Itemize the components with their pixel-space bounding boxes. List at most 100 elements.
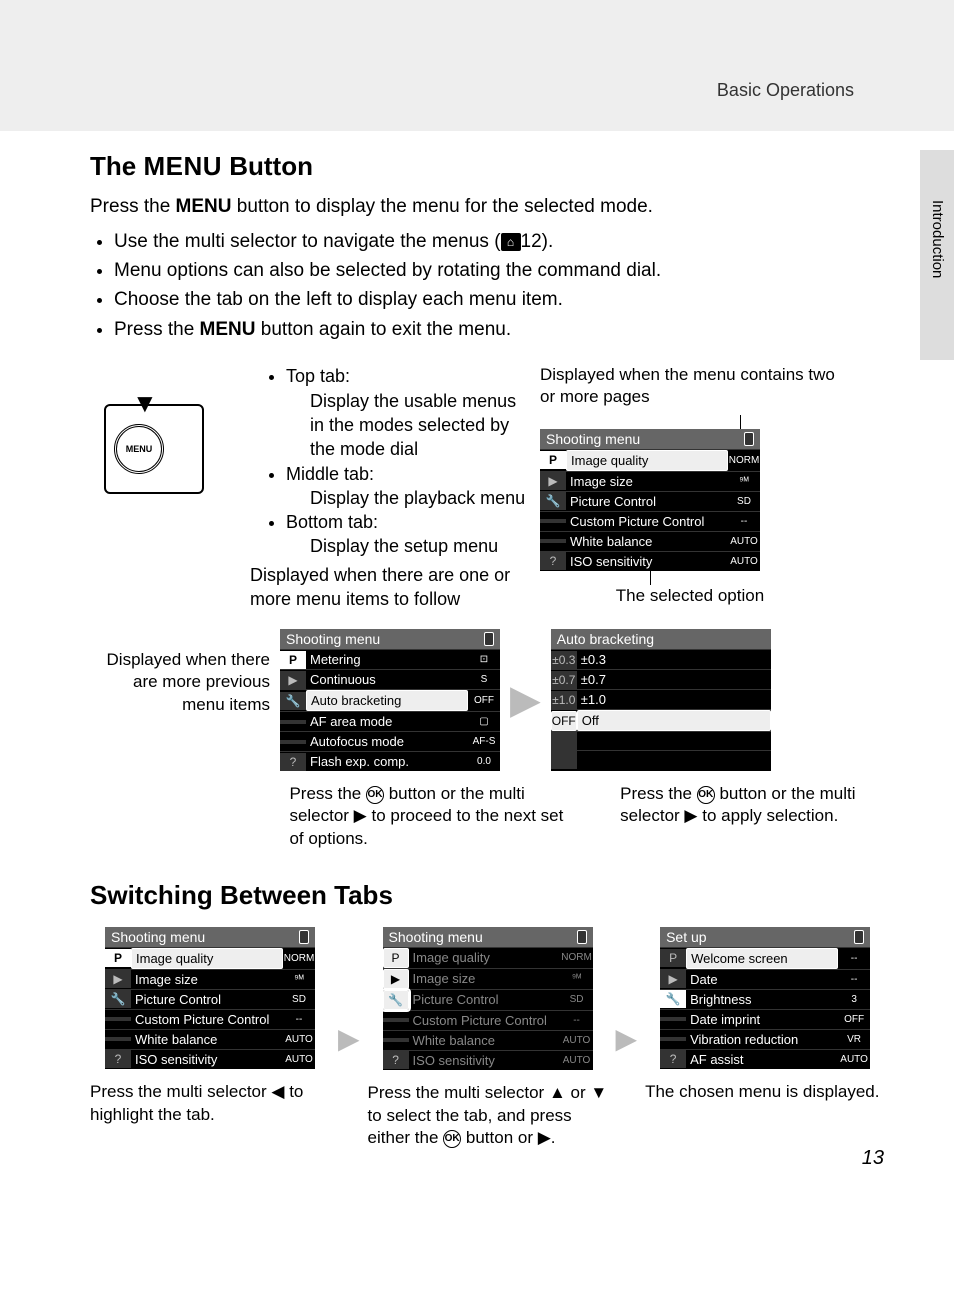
lcd1-r1: Image quality <box>566 450 728 471</box>
lcd3-blank1 <box>551 732 577 750</box>
b4-menu-word: MENU <box>200 319 256 340</box>
sw3-help: ? <box>660 1050 686 1068</box>
lcd-switch-1: Shooting menu PImage qualityNORM ▶Image … <box>105 927 315 1069</box>
sw1-title: Shooting menu <box>111 929 205 945</box>
sw1-r3: Picture Control <box>131 990 283 1009</box>
chapter-side-label: Introduction <box>929 200 946 278</box>
lcd3-s2: ±0.7 <box>551 671 577 689</box>
lcd2-v6: 0.0 <box>468 754 500 769</box>
cap3a: Press the <box>620 784 697 803</box>
lcd2-v2: S <box>468 672 500 687</box>
bullet-4: Press the MENU button again to exit the … <box>114 315 864 344</box>
lcd1-v3: SD <box>728 494 760 509</box>
sw1-b1 <box>105 1017 131 1021</box>
ok-icon: OK <box>366 786 384 804</box>
sw3-v6: AUTO <box>838 1052 870 1067</box>
sw3-v3: 3 <box>838 992 870 1007</box>
tab-blank2 <box>540 539 566 543</box>
lcd2-v1: ⊡ <box>468 652 500 667</box>
intro-menu-word: MENU <box>176 196 232 217</box>
caption-apply: Press the OK button or the multi selecto… <box>620 783 864 849</box>
cap2a: Press the <box>289 784 366 803</box>
sw3-v2: -- <box>838 972 870 987</box>
sw3-r6: AF assist <box>686 1050 838 1069</box>
sw2-b1 <box>383 1018 409 1022</box>
sw2-help: ? <box>383 1051 409 1069</box>
sw2-r2: Image size <box>409 969 561 988</box>
lcd2-v3: OFF <box>468 693 500 708</box>
lcd1-v6: AUTO <box>728 554 760 569</box>
bullet-2: Menu options can also be selected by rot… <box>114 256 864 285</box>
tab-setup-icon: 🔧 <box>540 492 566 510</box>
title-text-a: The <box>90 151 143 181</box>
sw2-v1: NORM <box>561 950 593 965</box>
ref-icon: ⌂ <box>501 233 521 251</box>
sw1-v2: ⁹ᴹ <box>283 972 315 987</box>
sw1-r2: Image size <box>131 970 283 989</box>
sw2-r1: Image quality <box>409 948 561 967</box>
sw1-v5: AUTO <box>283 1032 315 1047</box>
intro-b: button to display the menu for the selec… <box>232 196 653 217</box>
sw2-v4: -- <box>561 1013 593 1028</box>
ok-icon-3: OK <box>443 1130 461 1148</box>
lcd2-r6: Flash exp. comp. <box>306 752 468 771</box>
heading-switching-tabs: Switching Between Tabs <box>90 880 864 911</box>
sw3-b2 <box>660 1037 686 1041</box>
lcd2-v5: AF-S <box>468 734 500 749</box>
lcd1-v2: ⁹ᴹ <box>728 474 760 489</box>
callout-prev: Displayed when there are more previous m… <box>90 649 270 715</box>
sw1-play: ▶ <box>105 970 131 988</box>
lcd2-r3: Auto bracketing <box>306 690 468 711</box>
sw2-r5: White balance <box>409 1031 561 1050</box>
sw3-b1 <box>660 1017 686 1021</box>
lcd1-r4: Custom Picture Control <box>566 512 728 531</box>
lcd-switch-2: Shooting menu PImage qualityNORM ▶Image … <box>383 927 593 1070</box>
lcd3-r4: Off <box>577 710 771 731</box>
camera-menu-illustration: ▼ MENU <box>104 404 204 494</box>
b1b: 12). <box>521 231 554 252</box>
sw2-v6: AUTO <box>561 1053 593 1068</box>
sw3-setup: 🔧 <box>660 990 686 1008</box>
down-arrow-icon: ▼ <box>132 388 158 419</box>
sw1-setup: 🔧 <box>105 990 131 1008</box>
tab-play-icon: ▶ <box>540 472 566 490</box>
sw2-title: Shooting menu <box>389 929 483 945</box>
lcd2-r4: AF area mode <box>306 712 468 731</box>
bullet-1: Use the multi selector to navigate the m… <box>114 227 864 256</box>
lcd2-r2: Continuous <box>306 670 468 689</box>
lcd1-r6: ISO sensitivity <box>566 552 728 571</box>
tab-p-icon-2: P <box>280 651 306 669</box>
sw3-play: ▶ <box>660 970 686 988</box>
scroll-indicator-icon-2 <box>484 632 494 646</box>
callout-selected: The selected option <box>540 585 840 607</box>
title-text-b: Button <box>222 151 313 181</box>
scroll-icon-sw3 <box>854 930 864 944</box>
sw3-v1: -- <box>838 951 870 966</box>
b4a: Press the <box>114 319 200 340</box>
arrow-right-icon: ▶ <box>510 677 541 723</box>
lcd3-s4: OFF <box>551 711 577 731</box>
lcd1-v4: -- <box>728 514 760 529</box>
lcd1-r2: Image size <box>566 472 728 491</box>
lcd2-title: Shooting menu <box>286 631 380 647</box>
lcd3-blankm2 <box>577 758 771 762</box>
sw2-r6: ISO sensitivity <box>409 1051 561 1070</box>
lcd3-r3: ±1.0 <box>577 690 771 709</box>
sw1-r5: White balance <box>131 1030 283 1049</box>
sw3-r1: Welcome screen <box>686 948 838 969</box>
b1a: Use the multi selector to navigate the m… <box>114 231 501 252</box>
tab-p-icon: P <box>540 451 566 469</box>
lcd-shooting-menu-2: Shooting menu PMetering⊡ ▶ContinuousS 🔧A… <box>280 629 500 771</box>
menu-button-circle: MENU <box>114 424 164 474</box>
sw3-r2: Date <box>686 970 838 989</box>
lcd3-r1: ±0.3 <box>577 650 771 669</box>
b4b: button again to exit the menu. <box>256 319 512 340</box>
caption-proceed: Press the OK button or the multi selecto… <box>289 783 580 849</box>
sw2-p: P <box>383 948 409 968</box>
sw2-v5: AUTO <box>561 1033 593 1048</box>
switch-caption-1: Press the multi selector ◀ to highlight … <box>90 1081 330 1127</box>
sw3-r5: Vibration reduction <box>686 1030 838 1049</box>
bot-tab-desc: Display the setup menu <box>286 534 530 558</box>
sw1-v6: AUTO <box>283 1052 315 1067</box>
page-number: 13 <box>862 1147 884 1170</box>
